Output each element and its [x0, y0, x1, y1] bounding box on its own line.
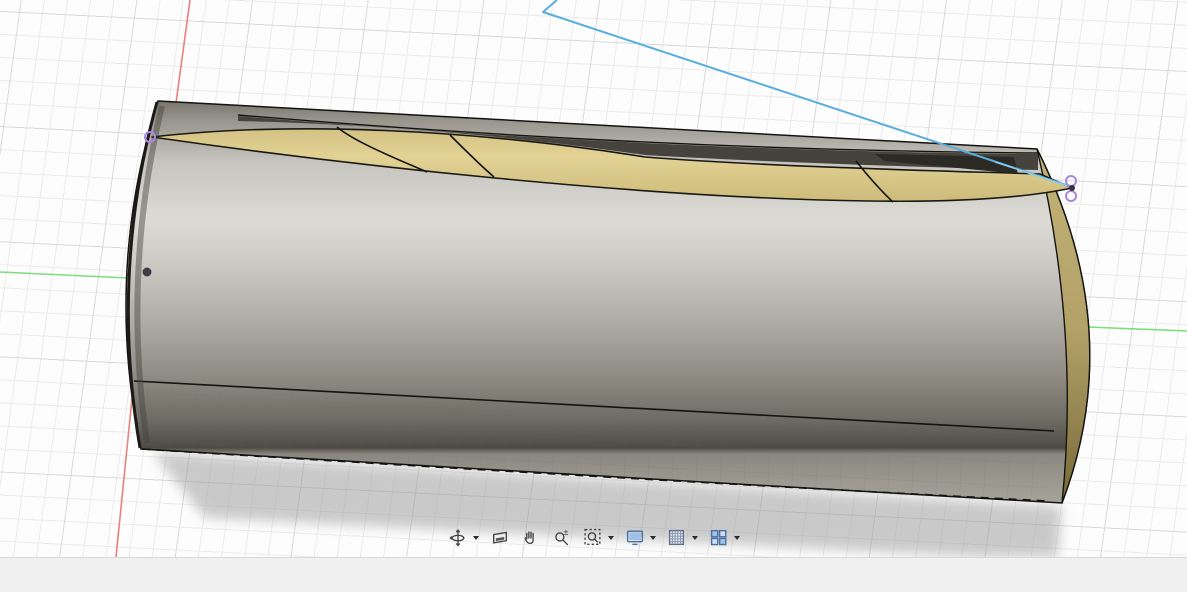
zoom-fit-dropdown[interactable] — [605, 534, 616, 542]
look-at-icon — [490, 528, 510, 547]
display-settings-icon — [625, 528, 645, 547]
grid-and-snaps-icon — [667, 528, 687, 547]
orbit-button[interactable] — [446, 527, 470, 548]
viewports-button[interactable] — [707, 527, 731, 548]
chevron-down-icon — [650, 536, 656, 540]
chevron-down-icon — [608, 536, 614, 540]
look-at-button[interactable] — [488, 527, 512, 548]
zoom-button[interactable]: ± — [550, 527, 574, 548]
zoom-plus-minus-glyph: ± — [563, 528, 568, 537]
navigation-toolbar: ± — [446, 527, 742, 548]
model-scene — [0, 0, 1187, 592]
display-settings-dropdown[interactable] — [647, 534, 658, 542]
sketch-point-right-upper[interactable] — [1066, 176, 1076, 186]
viewports-icon — [709, 528, 729, 547]
grid-and-snaps-button[interactable] — [665, 527, 689, 548]
display-settings-button[interactable] — [623, 527, 647, 548]
cad-viewport: ± — [0, 0, 1187, 592]
zoom-icon: ± — [552, 528, 572, 547]
grid-and-snaps-dropdown[interactable] — [689, 534, 700, 542]
timeline-panel — [0, 557, 1187, 592]
viewports-dropdown[interactable] — [731, 534, 742, 542]
orbit-dropdown[interactable] — [470, 534, 481, 542]
origin-point[interactable] — [143, 268, 152, 277]
sketch-point-right-lower[interactable] — [1066, 191, 1076, 201]
chevron-down-icon — [473, 536, 479, 540]
zoom-fit-icon — [583, 528, 603, 547]
pan-icon — [521, 528, 541, 547]
chevron-down-icon — [692, 536, 698, 540]
sketch-vertex-dot[interactable] — [1069, 185, 1075, 191]
orbit-icon — [448, 528, 468, 547]
pan-button[interactable] — [519, 527, 543, 548]
chevron-down-icon — [734, 536, 740, 540]
zoom-fit-button[interactable] — [581, 527, 605, 548]
